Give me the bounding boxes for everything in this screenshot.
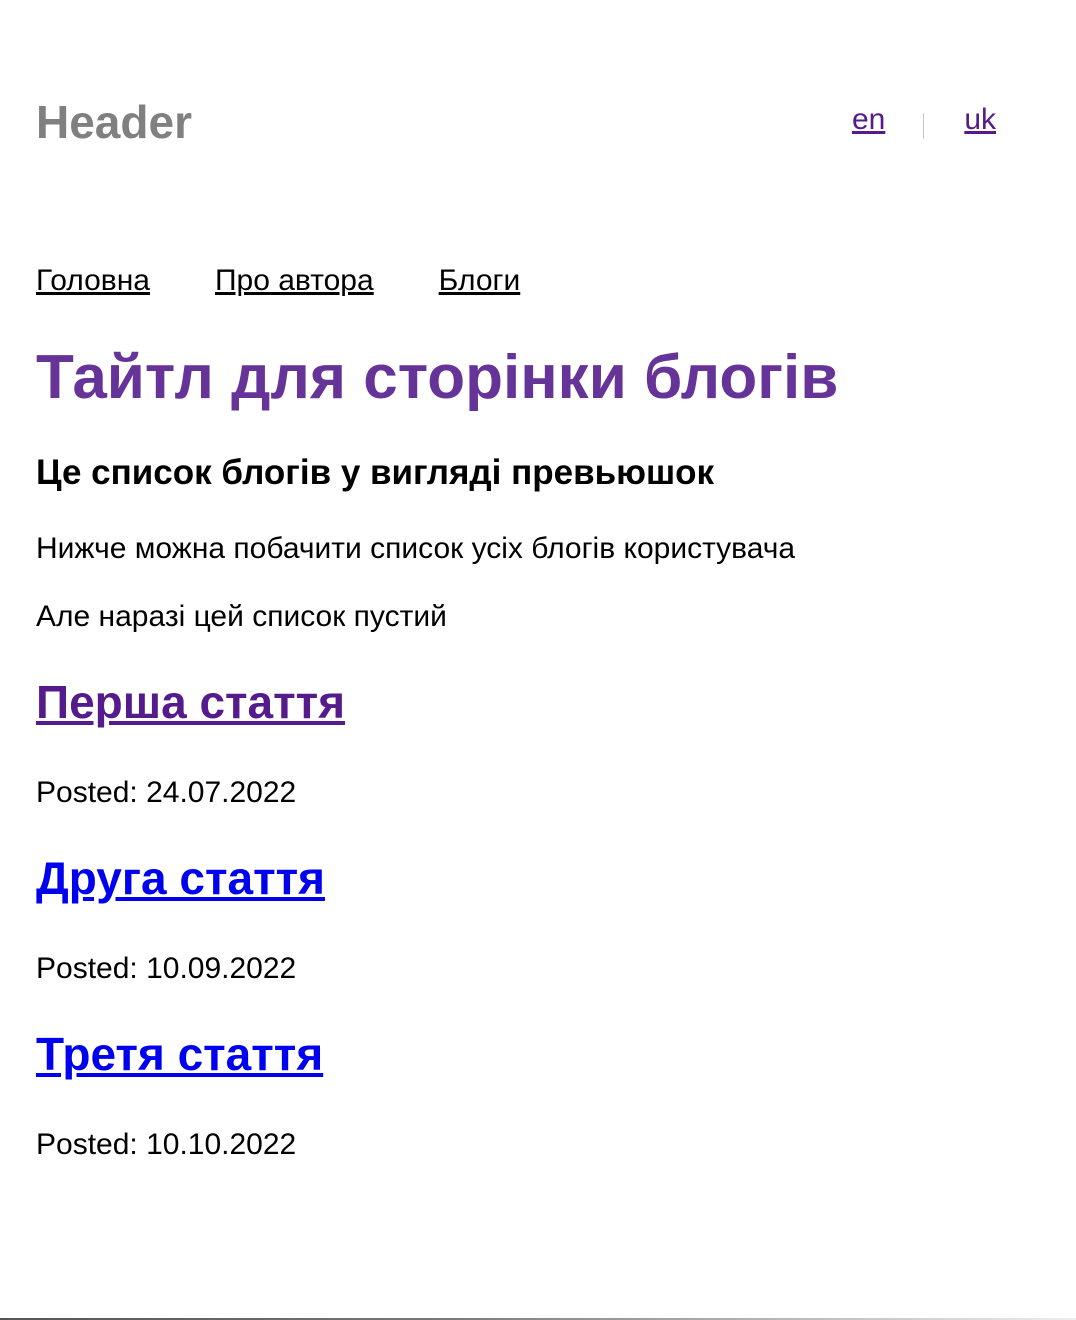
post-date: Posted: 10.09.2022 [36, 952, 297, 985]
page-title: Тайтл для сторінки блогів [36, 343, 839, 412]
lang-link-en[interactable]: en [852, 100, 885, 140]
post-date: Posted: 24.07.2022 [36, 776, 297, 809]
nav-link-blogs[interactable]: Блоги [439, 262, 521, 300]
main-content: Тайтл для сторінки блогів Це список блог… [36, 340, 1036, 1164]
blog-post-preview: Друга стаття Posted: 10.09.2022 [36, 850, 1036, 988]
page: Header en uk Головна Про автора Блоги Та… [0, 0, 1076, 1320]
post-title-link[interactable]: Друга стаття [36, 850, 325, 906]
empty-list-paragraph: Але наразі цей список пустий [36, 600, 447, 633]
header-brand: Header [36, 96, 192, 148]
post-title-link[interactable]: Третя стаття [36, 1026, 323, 1082]
language-divider [923, 113, 925, 139]
main-nav: Головна Про автора Блоги [36, 262, 585, 300]
language-switcher: en uk [852, 100, 996, 140]
blog-post-preview: Третя стаття Posted: 10.10.2022 [36, 1026, 1036, 1164]
intro-paragraph: Нижче можна побачити список усіх блогів … [36, 532, 796, 565]
nav-link-home[interactable]: Головна [36, 262, 150, 300]
post-title-link[interactable]: Перша стаття [36, 674, 345, 730]
blog-post-preview: Перша стаття Posted: 24.07.2022 [36, 674, 1036, 812]
site-header: Header en uk [36, 96, 996, 156]
nav-link-about-author[interactable]: Про автора [215, 262, 374, 300]
post-date: Posted: 10.10.2022 [36, 1128, 297, 1161]
lang-link-uk[interactable]: uk [964, 100, 996, 140]
page-subtitle: Це список блогів у вигляді превьюшок [36, 453, 715, 492]
